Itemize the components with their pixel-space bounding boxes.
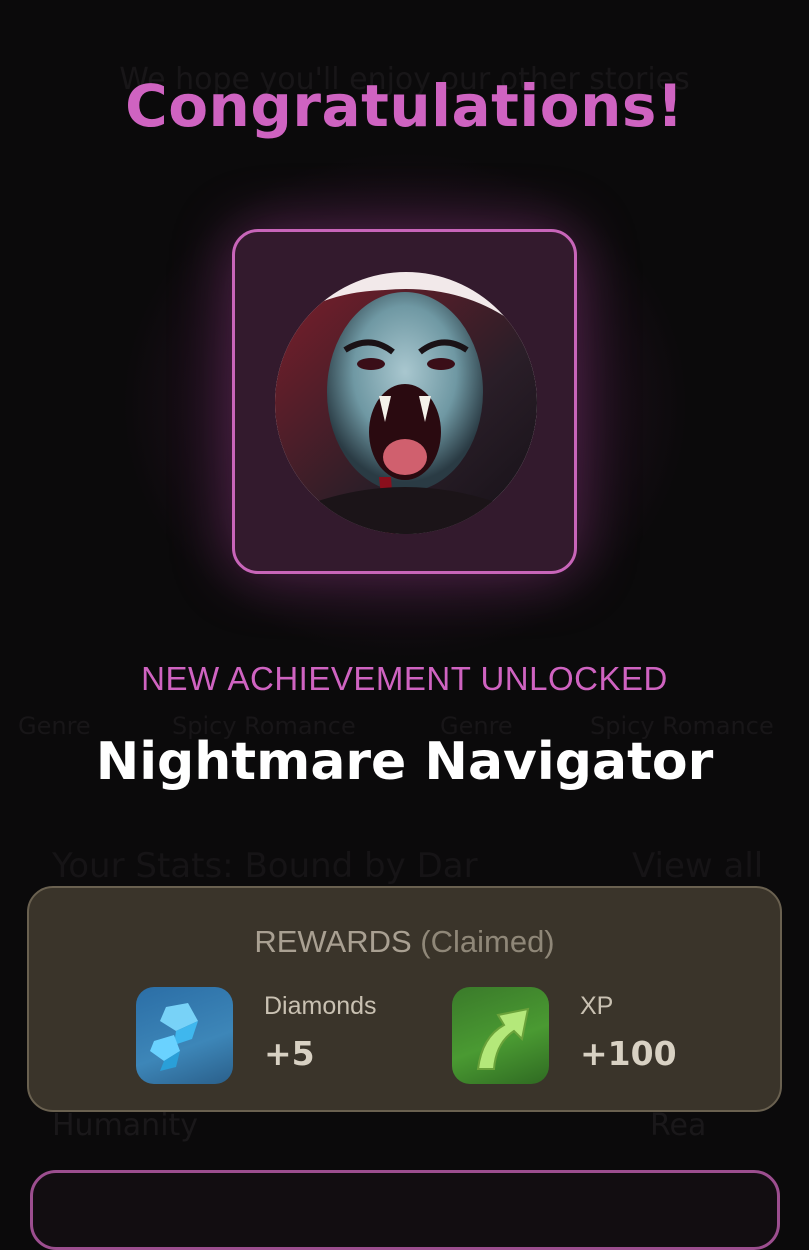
rewards-claimed-status: (Claimed): [420, 924, 555, 959]
achievement-badge-card: [232, 229, 577, 574]
diamonds-label: Diamonds: [264, 992, 377, 1020]
background-stats-heading: Your Stats: Bound by Dar: [52, 846, 478, 886]
xp-label: XP: [580, 992, 614, 1020]
background-humanity: Humanity: [52, 1108, 199, 1143]
diamonds-value: +5: [264, 1034, 315, 1073]
rewards-label: REWARDS: [254, 924, 412, 959]
xp-value: +100: [580, 1034, 677, 1073]
achievement-unlocked-label: NEW ACHIEVEMENT UNLOCKED: [141, 660, 668, 697]
xp-arrow-icon: [452, 987, 549, 1084]
background-view-all: View all: [632, 846, 764, 886]
vampire-portrait-icon: [275, 272, 537, 534]
continue-button[interactable]: [30, 1170, 780, 1250]
background-right-label: Rea: [650, 1108, 707, 1143]
rewards-panel: REWARDS (Claimed) Diamonds +5 XP +100: [27, 886, 782, 1112]
diamond-icon: [136, 987, 233, 1084]
congratulations-title: Congratulations!: [125, 72, 684, 140]
achievement-name: Nightmare Navigator: [95, 732, 714, 792]
rewards-title: REWARDS (Claimed): [29, 924, 780, 960]
